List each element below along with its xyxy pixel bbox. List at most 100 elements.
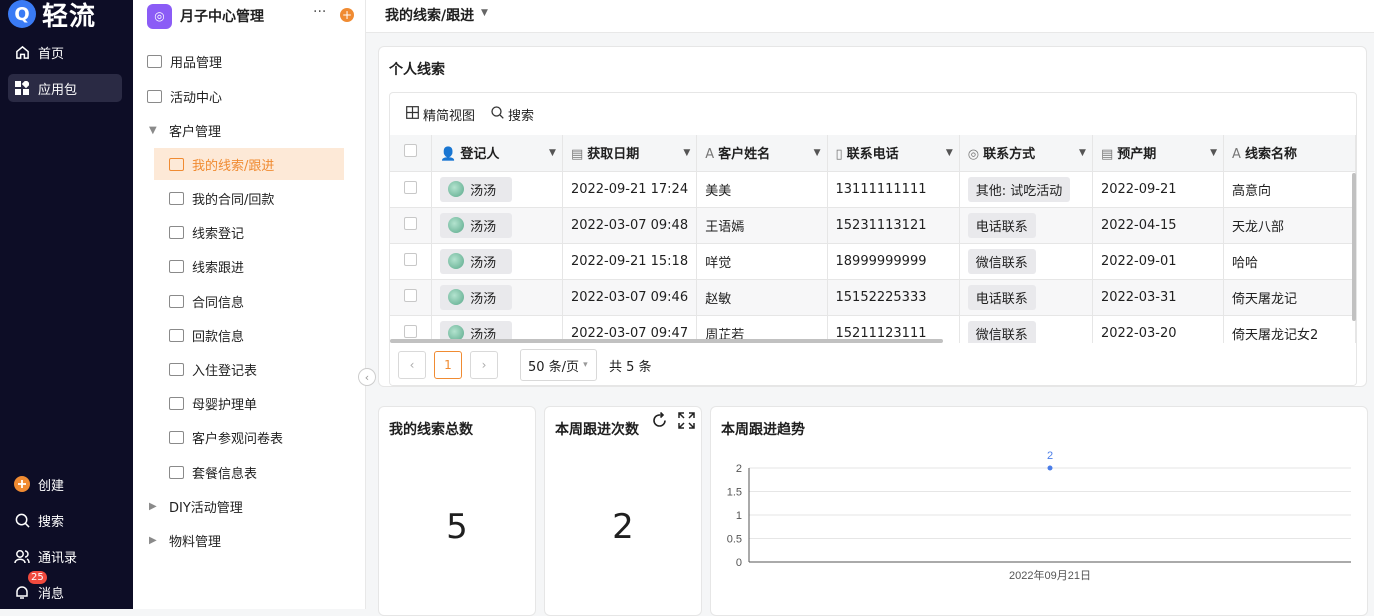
- table-header-row: 👤 登记人 ▼ ▤ 获取日期 ▼ A 客户姓名 ▼ ▯ 联系电话 ▼ ◎ 联系方式 ▼ ▤ 预产期 ▼ …: [390, 135, 1356, 172]
- column-header[interactable]: ▤ 获取日期 ▼: [562, 135, 698, 172]
- tree-item-lead-followup[interactable]: 线索跟进: [169, 250, 244, 282]
- rail-item-apps[interactable]: 应用包: [8, 74, 122, 102]
- app-header: ◎ 月子中心管理 ··· +: [147, 3, 357, 29]
- tree-item-packages[interactable]: 套餐信息表: [169, 456, 257, 488]
- column-label: 获取日期: [587, 147, 640, 163]
- tree-item-label: 线索登记: [192, 226, 245, 242]
- search-button[interactable]: 搜索: [491, 105, 534, 124]
- sort-icon[interactable]: ▼: [1079, 148, 1086, 158]
- sort-icon[interactable]: ▼: [814, 148, 821, 158]
- sort-icon[interactable]: ▼: [1210, 148, 1217, 158]
- tree-group-materials[interactable]: ▶ 物料管理: [149, 524, 221, 556]
- text-icon: A: [1232, 147, 1241, 163]
- tree-item-my-contracts[interactable]: 我的合同/回款: [169, 182, 274, 214]
- phone-cell: 15152225333: [827, 279, 960, 316]
- tree-item-label: 入住登记表: [192, 363, 258, 379]
- page-size-select[interactable]: 50 条/页 ▾: [520, 349, 597, 381]
- row-checkbox[interactable]: [390, 207, 433, 244]
- user-chip[interactable]: 汤汤: [440, 212, 513, 238]
- column-header[interactable]: ▤ 预产期 ▼: [1092, 135, 1225, 172]
- brand-logo[interactable]: Q 轻流: [8, 0, 96, 32]
- rail-item-contacts[interactable]: 通讯录: [8, 542, 122, 570]
- tree-item-payments[interactable]: 回款信息: [169, 319, 244, 351]
- tree-item-label: 活动中心: [170, 90, 223, 106]
- refresh-icon[interactable]: [651, 411, 668, 433]
- avatar: [448, 217, 465, 233]
- app-navigation: ◎ 月子中心管理 ··· + 用品管理 活动中心 ▼ 客户管理 我的线索/跟进 我…: [133, 0, 366, 609]
- dashboard-icon: [169, 191, 184, 205]
- next-page-button[interactable]: ›: [470, 351, 498, 379]
- row-checkbox[interactable]: [390, 243, 433, 280]
- sort-icon[interactable]: ▼: [683, 148, 690, 158]
- owner-cell: 汤汤: [431, 171, 563, 208]
- sort-icon[interactable]: ▼: [946, 148, 953, 158]
- rail-item-search[interactable]: 搜索: [8, 506, 122, 534]
- card-title: 个人线索: [389, 62, 445, 78]
- tree-item-my-leads[interactable]: 我的线索/跟进: [154, 148, 344, 180]
- logo-text: 轻流: [42, 1, 97, 32]
- dashboard-icon: [169, 157, 184, 171]
- table-row[interactable]: 汤汤 2022-03-07 09:46 赵敏 15152225333 电话联系 …: [390, 279, 1356, 316]
- kpi-value: 2: [612, 507, 634, 547]
- tree-item-supplies[interactable]: 用品管理: [147, 45, 222, 77]
- table-row[interactable]: 汤汤 2022-03-07 09:48 王语嫣 15231113121 电话联系…: [390, 207, 1356, 244]
- user-chip[interactable]: 汤汤: [440, 284, 513, 310]
- user-chip[interactable]: 汤汤: [440, 248, 513, 274]
- column-label: 登记人: [460, 147, 500, 163]
- radio-icon: ◎: [967, 147, 980, 163]
- lead-cell: 高意向: [1223, 171, 1356, 208]
- row-checkbox[interactable]: [390, 171, 433, 208]
- rail-item-messages[interactable]: 25 消息: [8, 571, 122, 606]
- tree-item-lead-register[interactable]: 线索登记: [169, 216, 244, 248]
- vertical-scrollbar[interactable]: [1352, 173, 1356, 321]
- page-title[interactable]: 我的线索/跟进: [385, 5, 474, 25]
- compact-view-button[interactable]: 精简视图: [406, 105, 475, 124]
- tree-item-contracts[interactable]: 合同信息: [169, 285, 244, 317]
- form-icon: [169, 294, 184, 308]
- add-icon[interactable]: +: [340, 8, 354, 22]
- rail-item-home[interactable]: 首页: [8, 38, 122, 66]
- tree-group-customers[interactable]: ▼ 客户管理: [149, 114, 221, 146]
- app-title: 月子中心管理: [180, 9, 264, 25]
- page-button[interactable]: 1: [434, 351, 462, 379]
- search-label: 搜索: [508, 109, 535, 124]
- y-tick-label: 2: [736, 463, 742, 475]
- rail-item-create[interactable]: 创建: [8, 470, 122, 498]
- caret-down-icon[interactable]: ▼: [481, 8, 488, 18]
- card-title: 我的线索总数: [389, 422, 473, 438]
- tree-item-activity[interactable]: 活动中心: [147, 80, 222, 112]
- leads-table-panel: 精简视图 搜索 👤 登记人 ▼ ▤ 获取日期 ▼ A 客户姓名 ▼ ▯ 联系电话 ▼ ◎ 联系方式…: [389, 92, 1357, 386]
- data-point[interactable]: [1047, 465, 1053, 471]
- tree-item-checkin[interactable]: 入住登记表: [169, 353, 257, 385]
- phone-cell: 15231113121: [827, 207, 960, 244]
- column-header[interactable]: A 线索名称: [1223, 135, 1356, 172]
- collapse-sidebar-button[interactable]: ‹: [358, 368, 376, 386]
- column-header[interactable]: ▯ 联系电话 ▼: [827, 135, 960, 172]
- column-label: 线索名称: [1244, 147, 1297, 163]
- sort-icon[interactable]: ▼: [549, 148, 556, 158]
- horizontal-scrollbar[interactable]: [390, 339, 943, 343]
- dashboard-icon: [147, 54, 162, 68]
- method-cell: 电话联系: [959, 207, 1093, 244]
- user-chip[interactable]: 汤汤: [440, 176, 513, 202]
- tree-item-care-sheet[interactable]: 母婴护理单: [169, 387, 257, 419]
- row-checkbox[interactable]: [390, 279, 433, 316]
- y-tick-label: 1: [736, 510, 742, 522]
- logo-mark: Q: [8, 0, 36, 28]
- column-header[interactable]: ◎ 联系方式 ▼: [959, 135, 1093, 172]
- fullscreen-icon[interactable]: [678, 412, 695, 433]
- dashboard-icon: [147, 89, 162, 103]
- select-all-checkbox[interactable]: [390, 135, 433, 172]
- more-icon[interactable]: ···: [313, 4, 326, 20]
- prev-page-button[interactable]: ‹: [398, 351, 426, 379]
- column-header[interactable]: 👤 登记人 ▼: [431, 135, 563, 172]
- tree-group-diy[interactable]: ▶ DIY活动管理: [149, 490, 243, 522]
- column-label: 联系方式: [983, 147, 1036, 163]
- method-tag: 其他: 试吃活动: [967, 176, 1071, 202]
- form-icon: [169, 465, 184, 479]
- column-header[interactable]: A 客户姓名 ▼: [696, 135, 828, 172]
- table-row[interactable]: 汤汤 2022-09-21 15:18 咩觉 18999999999 微信联系 …: [390, 243, 1356, 280]
- y-tick-label: 1.5: [727, 487, 742, 499]
- tree-item-survey[interactable]: 客户参观问卷表: [169, 421, 283, 453]
- table-row[interactable]: 汤汤 2022-09-21 17:24 美美 13111111111 其他: 试…: [390, 171, 1356, 208]
